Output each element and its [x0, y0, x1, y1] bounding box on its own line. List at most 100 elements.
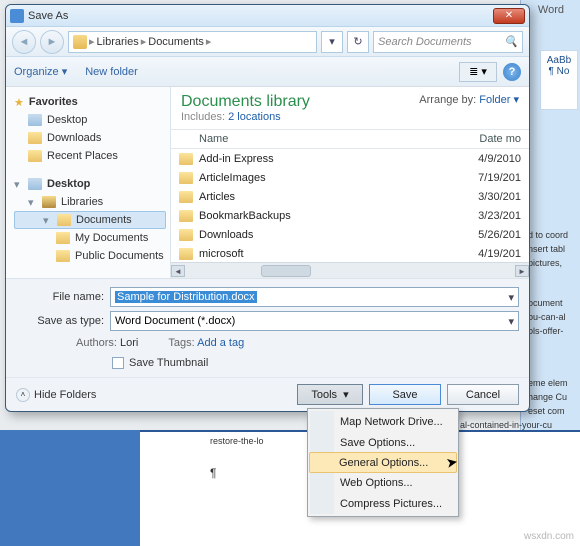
tree-desktop[interactable]: Desktop — [14, 111, 166, 129]
doc-fragment: ols-offer- — [528, 326, 580, 336]
folder-icon — [179, 191, 193, 203]
help-button[interactable]: ? — [503, 63, 521, 81]
chevron-down-icon[interactable]: ▾ — [508, 291, 514, 304]
scroll-right-icon[interactable]: ► — [515, 265, 529, 277]
tree-downloads[interactable]: Downloads — [14, 129, 166, 147]
libraries-icon — [42, 196, 56, 208]
doc-fragment: al-contained-in-your-cu — [460, 420, 580, 430]
cancel-button[interactable]: Cancel — [447, 384, 519, 405]
collapse-icon[interactable]: ▾ — [28, 196, 37, 209]
style-preview[interactable]: AaBb ¶ No — [540, 50, 578, 110]
arrange-by-dropdown[interactable]: Folder ▾ — [479, 94, 519, 106]
desktop-icon — [28, 178, 42, 190]
view-options-button[interactable]: ≣ ▾ — [459, 62, 497, 82]
library-subtitle: Includes: 2 locations — [181, 111, 310, 123]
file-date: 3/23/201 — [459, 210, 529, 222]
breadcrumb-libraries[interactable]: Libraries — [97, 36, 139, 48]
folder-icon — [179, 153, 193, 165]
doc-fragment: hange Cu — [528, 392, 580, 402]
menu-item[interactable]: Save Options... — [310, 432, 456, 453]
filename-input[interactable]: Sample for Distribution.docx ▾ — [110, 287, 519, 307]
scroll-thumb[interactable] — [261, 265, 311, 277]
file-list-pane: Documents library Includes: 2 locations … — [171, 87, 529, 278]
libraries-icon — [73, 35, 87, 49]
authors-field[interactable]: Authors: Lori — [76, 337, 138, 349]
col-name[interactable]: Name — [171, 133, 459, 145]
library-header: Documents library Includes: 2 locations … — [171, 87, 529, 129]
collapse-icon[interactable]: ▾ — [14, 178, 23, 191]
file-name: microsoft — [199, 248, 459, 260]
nav-back-button[interactable]: ◄ — [12, 30, 36, 54]
breadcrumb[interactable]: ▸ Libraries ▸ Documents ▸ — [68, 31, 317, 53]
desktop-icon — [28, 114, 42, 126]
file-name: Articles — [199, 191, 459, 203]
tools-menu: Map Network Drive...Save Options...Gener… — [307, 408, 459, 517]
word-app-label: Word — [538, 4, 564, 16]
tools-button[interactable]: Tools ▾ — [297, 384, 363, 405]
tree-libraries[interactable]: ▾Libraries — [14, 193, 166, 211]
chevron-right-icon: ▸ — [206, 35, 212, 48]
file-date: 5/26/201 — [459, 229, 529, 241]
breadcrumb-dropdown[interactable]: ▾ — [321, 31, 343, 53]
table-row[interactable]: Downloads5/26/201 — [171, 225, 529, 244]
table-row[interactable]: ArticleImages7/19/201 — [171, 168, 529, 187]
dialog-title: Save As — [28, 10, 68, 22]
close-button[interactable]: ✕ — [493, 8, 525, 24]
folder-icon — [28, 132, 42, 144]
watermark: wsxdn.com — [524, 531, 574, 542]
menu-item[interactable]: General Options... — [309, 452, 457, 473]
checkbox-icon[interactable] — [112, 357, 124, 369]
tree-documents[interactable]: ▾Documents — [14, 211, 166, 229]
chevron-up-icon: ˄ — [16, 388, 30, 402]
folder-icon — [56, 250, 70, 262]
breadcrumb-documents[interactable]: Documents — [148, 36, 204, 48]
organize-menu[interactable]: Organize ▾ — [14, 65, 67, 78]
scroll-left-icon[interactable]: ◄ — [171, 265, 185, 277]
table-row[interactable]: Articles3/30/201 — [171, 187, 529, 206]
tags-field[interactable]: Tags: Add a tag — [168, 337, 244, 349]
locations-link[interactable]: 2 locations — [228, 111, 281, 123]
file-date: 7/19/201 — [459, 172, 529, 184]
chevron-down-icon[interactable]: ▾ — [508, 315, 514, 328]
tree-my-documents[interactable]: My Documents — [14, 229, 166, 247]
new-folder-button[interactable]: New folder — [85, 66, 138, 78]
menu-item[interactable]: Map Network Drive... — [310, 411, 456, 432]
col-date[interactable]: Date mo — [459, 133, 529, 145]
save-form: File name: Sample for Distribution.docx … — [6, 278, 529, 377]
nav-bar: ◄ ► ▸ Libraries ▸ Documents ▸ ▾ ↻ Search… — [6, 27, 529, 57]
refresh-button[interactable]: ↻ — [347, 31, 369, 53]
titlebar[interactable]: Save As ✕ — [6, 5, 529, 27]
search-input[interactable]: Search Documents 🔍 — [373, 31, 523, 53]
menu-item[interactable]: Web Options... — [310, 472, 456, 493]
tree-recent[interactable]: Recent Places — [14, 147, 166, 165]
tree-favorites[interactable]: ★Favorites — [14, 93, 166, 111]
hide-folders-button[interactable]: ˄ Hide Folders — [16, 388, 96, 402]
column-headers[interactable]: Name Date mo — [171, 129, 529, 149]
filename-value: Sample for Distribution.docx — [115, 291, 257, 303]
folder-icon — [179, 229, 193, 241]
save-thumbnail-checkbox[interactable]: Save Thumbnail — [16, 353, 519, 373]
tree-desktop-root[interactable]: ▾Desktop — [14, 175, 166, 193]
chevron-right-icon: ▸ — [141, 35, 147, 48]
menu-item[interactable]: Compress Pictures... — [310, 493, 456, 514]
arrange-by: Arrange by: Folder ▾ — [419, 93, 519, 106]
h-scrollbar[interactable]: ◄ ► — [171, 262, 529, 278]
tree-public-documents[interactable]: Public Documents — [14, 247, 166, 265]
nav-forward-button[interactable]: ► — [40, 30, 64, 54]
table-row[interactable]: Add-in Express4/9/2010 — [171, 149, 529, 168]
style-sample: AaBb — [541, 55, 577, 66]
search-icon: 🔍 — [504, 35, 518, 48]
folder-icon — [57, 214, 71, 226]
file-name: BookmarkBackups — [199, 210, 459, 222]
table-row[interactable]: microsoft4/19/201 — [171, 244, 529, 262]
save-button[interactable]: Save — [369, 384, 441, 405]
nav-tree[interactable]: ★Favorites Desktop Downloads Recent Plac… — [6, 87, 171, 278]
table-row[interactable]: BookmarkBackups3/23/201 — [171, 206, 529, 225]
search-placeholder: Search Documents — [378, 36, 472, 48]
save-type-label: Save as type: — [16, 315, 104, 327]
file-list[interactable]: Add-in Express4/9/2010ArticleImages7/19/… — [171, 149, 529, 262]
collapse-icon[interactable]: ▾ — [43, 214, 52, 227]
chevron-right-icon: ▸ — [89, 35, 95, 48]
save-type-select[interactable]: Word Document (*.docx) ▾ — [110, 311, 519, 331]
folder-icon — [179, 248, 193, 260]
